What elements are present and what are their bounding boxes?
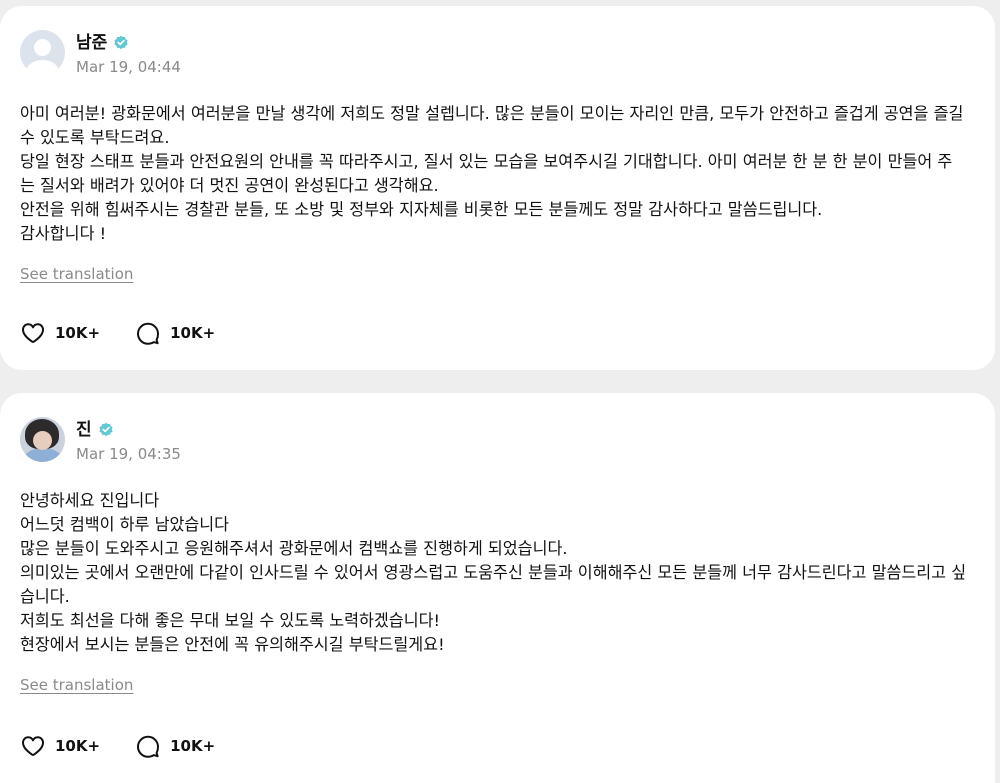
like-button[interactable]: 10K+ <box>20 733 100 759</box>
post-paragraph: 안전을 위해 힘써주시는 경찰관 분들, 또 소방 및 정부와 지자체를 비롯한… <box>20 200 823 219</box>
post-header: 진 Mar 19, 04:35 <box>20 417 975 477</box>
avatar[interactable] <box>20 30 65 75</box>
feed: 남준 Mar 19, 04:44 아미 여러분! 광화문에서 여러분을 만날 생… <box>0 0 1000 783</box>
author-block: 남준 Mar 19, 04:44 <box>76 30 181 77</box>
like-count: 10K+ <box>55 737 101 755</box>
post-paragraph: 감사합니다 ! <box>20 224 107 243</box>
verified-badge-icon <box>98 422 114 438</box>
post-paragraph: 안녕하세요 진입니다 <box>20 491 160 510</box>
author-name[interactable]: 진 <box>76 419 92 441</box>
like-count: 10K+ <box>55 324 101 342</box>
like-button[interactable]: 10K+ <box>20 320 100 346</box>
author-row: 진 <box>76 419 181 441</box>
post-card: 진 Mar 19, 04:35 안녕하세요 진입니다 어느덧 컴백이 하루 남았… <box>0 393 995 783</box>
author-name[interactable]: 남준 <box>76 32 107 54</box>
avatar-photo-face <box>33 431 52 450</box>
comment-bubble-icon <box>137 322 160 345</box>
post-paragraph: 많은 분들이 도와주시고 응원해주셔서 광화문에서 컴백쇼를 진행하게 되었습니… <box>20 539 568 558</box>
comment-button[interactable]: 10K+ <box>135 320 215 346</box>
post-paragraph: 아미 여러분! 광화문에서 여러분을 만날 생각에 저희도 정말 설렙니다. 많… <box>20 104 964 147</box>
post-paragraph: 저희도 최선을 다해 좋은 무대 보일 수 있도록 노력하겠습니다! <box>20 611 440 630</box>
post-paragraph: 어느덧 컴백이 하루 남았습니다 <box>20 515 230 534</box>
author-row: 남준 <box>76 32 181 54</box>
avatar-photo-body <box>24 448 62 462</box>
post-paragraph: 의미있는 곳에서 오랜만에 다같이 인사드릴 수 있어서 영광스럽고 도움주신 … <box>20 563 967 606</box>
see-translation-link[interactable]: See translation <box>20 676 133 694</box>
comment-button[interactable]: 10K+ <box>135 733 215 759</box>
post-paragraph: 당일 현장 스태프 분들과 안전요원의 안내를 꼭 따라주시고, 질서 있는 모… <box>20 152 953 195</box>
verified-badge-icon <box>113 35 129 51</box>
post-actions: 10K+ 10K+ <box>20 320 250 346</box>
timestamp: Mar 19, 04:44 <box>76 58 181 76</box>
default-avatar-shoulders <box>26 60 59 75</box>
comment-count: 10K+ <box>170 737 216 755</box>
comment-count: 10K+ <box>170 324 216 342</box>
post-card: 남준 Mar 19, 04:44 아미 여러분! 광화문에서 여러분을 만날 생… <box>0 6 995 370</box>
post-body: 아미 여러분! 광화문에서 여러분을 만날 생각에 저희도 정말 설렙니다. 많… <box>20 102 975 246</box>
heart-icon <box>22 736 44 756</box>
comment-bubble-icon <box>137 735 160 758</box>
see-translation-link[interactable]: See translation <box>20 265 133 283</box>
post-actions: 10K+ 10K+ <box>20 733 250 759</box>
timestamp: Mar 19, 04:35 <box>76 445 181 463</box>
avatar[interactable] <box>20 417 65 462</box>
post-paragraph: 현장에서 보시는 분들은 안전에 꼭 유의해주시길 부탁드릴게요! <box>20 635 445 654</box>
author-block: 진 Mar 19, 04:35 <box>76 417 181 464</box>
post-body: 안녕하세요 진입니다 어느덧 컴백이 하루 남았습니다 많은 분들이 도와주시고… <box>20 489 975 657</box>
heart-icon <box>22 323 44 343</box>
default-avatar-head <box>34 39 51 56</box>
post-header: 남준 Mar 19, 04:44 <box>20 30 975 90</box>
